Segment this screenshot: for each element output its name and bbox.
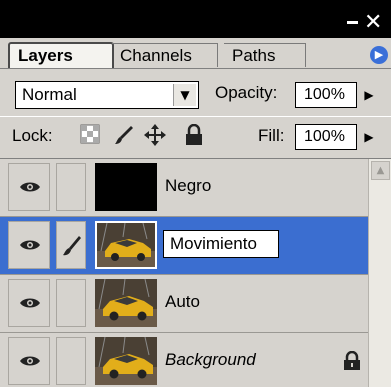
eye-icon bbox=[20, 356, 40, 366]
layer-thumbnail bbox=[95, 279, 157, 327]
layers-list: Negro Movimiento Auto Background bbox=[0, 159, 368, 387]
opacity-input[interactable]: 100% bbox=[295, 82, 357, 108]
divider bbox=[0, 116, 391, 117]
layer-row-auto[interactable]: Auto bbox=[0, 275, 368, 333]
layer-thumbnail bbox=[95, 221, 157, 269]
layers-scrollbar[interactable]: ▲ bbox=[368, 159, 391, 387]
close-icon[interactable]: ✕ bbox=[364, 12, 386, 34]
visibility-toggle[interactable] bbox=[8, 279, 50, 327]
opacity-label: Opacity: bbox=[215, 83, 278, 102]
opacity-arrow-icon[interactable]: ▶ bbox=[360, 83, 378, 107]
layer-name[interactable]: Auto bbox=[165, 292, 200, 312]
visibility-toggle[interactable] bbox=[8, 337, 50, 385]
eye-icon bbox=[20, 298, 40, 308]
fill-label: Fill: bbox=[258, 126, 285, 145]
blend-mode-value: Normal bbox=[22, 85, 77, 104]
lock-image-pixels-icon[interactable] bbox=[113, 124, 135, 146]
layer-thumbnail bbox=[95, 163, 157, 211]
palette-titlebar: ✕ bbox=[0, 0, 391, 38]
layer-row-background[interactable]: Background bbox=[0, 333, 368, 387]
layer-name[interactable]: Background bbox=[165, 350, 256, 370]
eye-icon bbox=[20, 240, 40, 250]
chevron-down-icon[interactable]: ▼ bbox=[173, 84, 196, 106]
palette-menu-arrow-icon[interactable]: ▶ bbox=[370, 46, 388, 64]
blend-mode-select[interactable]: Normal ▼ bbox=[15, 81, 199, 109]
layer-row-movimiento[interactable]: Movimiento bbox=[0, 217, 368, 275]
lock-transparent-pixels-icon[interactable] bbox=[80, 124, 102, 146]
lock-position-move-icon[interactable] bbox=[144, 124, 166, 146]
tab-channels[interactable]: Channels bbox=[112, 43, 218, 67]
lock-all-icon[interactable] bbox=[184, 123, 206, 146]
tab-paths[interactable]: Paths bbox=[224, 43, 306, 67]
layers-palette: ✕ Layers Channels Paths ▶ Normal ▼ Opaci… bbox=[0, 0, 391, 387]
fill-input[interactable]: 100% bbox=[295, 124, 357, 150]
layer-link-cell[interactable] bbox=[56, 279, 86, 327]
scroll-up-icon[interactable]: ▲ bbox=[371, 161, 390, 180]
layer-row-negro[interactable]: Negro bbox=[0, 159, 368, 217]
layer-link-cell[interactable] bbox=[56, 163, 86, 211]
layer-name[interactable]: Negro bbox=[165, 176, 211, 196]
lock-icon bbox=[344, 351, 360, 370]
brush-icon bbox=[63, 236, 81, 256]
layer-link-cell[interactable] bbox=[56, 221, 86, 269]
tab-layers[interactable]: Layers bbox=[8, 42, 114, 68]
tab-strip: Layers Channels Paths bbox=[0, 38, 391, 69]
eye-icon bbox=[20, 182, 40, 192]
visibility-toggle[interactable] bbox=[8, 221, 50, 269]
layer-name-edit-field[interactable]: Movimiento bbox=[163, 230, 279, 258]
layer-link-cell[interactable] bbox=[56, 337, 86, 385]
fill-arrow-icon[interactable]: ▶ bbox=[360, 125, 378, 149]
lock-label: Lock: bbox=[12, 126, 53, 145]
layer-thumbnail bbox=[95, 337, 157, 385]
visibility-toggle[interactable] bbox=[8, 163, 50, 211]
minimize-icon[interactable] bbox=[347, 21, 358, 24]
